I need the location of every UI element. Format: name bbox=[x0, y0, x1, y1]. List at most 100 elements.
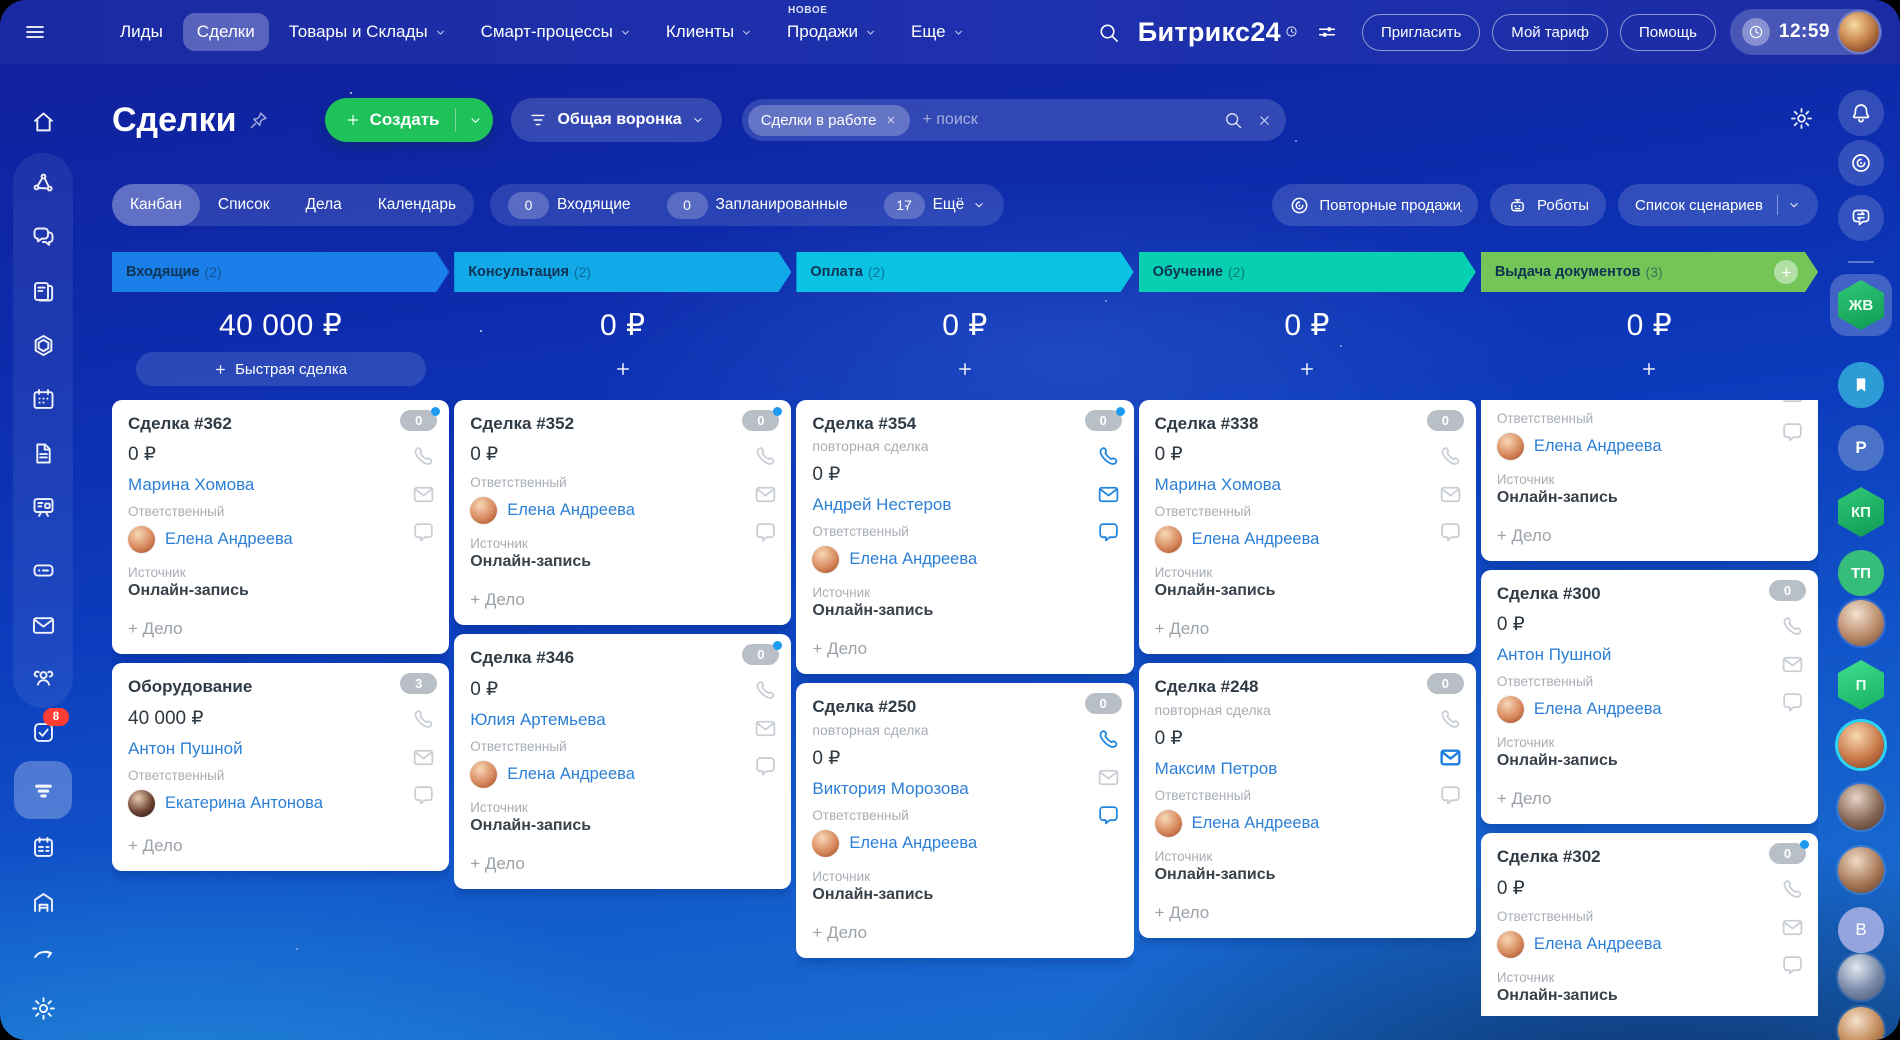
sidebar-item-network[interactable] bbox=[21, 161, 65, 205]
deal-card[interactable]: 0Сделка #3000 ₽Антон ПушнойОтветственный… bbox=[1481, 570, 1818, 824]
sidebar-item-telephony[interactable] bbox=[21, 933, 65, 977]
phone-icon[interactable] bbox=[1096, 727, 1121, 752]
nav-item-deals[interactable]: Сделки bbox=[183, 13, 269, 51]
sidebar-item-sign[interactable] bbox=[21, 485, 65, 529]
deal-card[interactable]: 0Сделка #354повторная сделка0 ₽Андрей Не… bbox=[796, 400, 1133, 674]
add-activity-link[interactable]: + Дело bbox=[812, 639, 1117, 659]
display-settings-button[interactable] bbox=[1312, 17, 1342, 47]
deal-title[interactable]: Оборудование bbox=[128, 676, 433, 697]
rail-bookmark-button[interactable] bbox=[1838, 362, 1884, 408]
search-icon[interactable] bbox=[1223, 110, 1243, 130]
client-link[interactable]: Юлия Артемьева bbox=[470, 710, 775, 730]
phone-icon[interactable] bbox=[753, 444, 778, 469]
responsible-link[interactable]: Елена Андреева bbox=[165, 530, 293, 549]
add-activity-link[interactable]: + Дело bbox=[128, 836, 433, 856]
rail-chat-initial[interactable]: В bbox=[1838, 907, 1884, 953]
nav-item-clients[interactable]: Клиенты bbox=[652, 13, 767, 51]
rail-user-avatar[interactable] bbox=[1838, 784, 1884, 830]
deal-card[interactable]: 0Сделка #248повторная сделка0 ₽Максим Пе… bbox=[1139, 663, 1476, 937]
column-header[interactable]: Входящие(2) bbox=[112, 252, 449, 292]
responsible-link[interactable]: Елена Андреева bbox=[507, 765, 635, 784]
deal-card[interactable]: 0Сделка #250повторная сделка0 ₽Виктория … bbox=[796, 683, 1133, 957]
sidebar-item-feed[interactable] bbox=[21, 269, 65, 313]
phone-icon[interactable] bbox=[1438, 444, 1463, 469]
sidebar-item-mail[interactable] bbox=[21, 603, 65, 647]
remove-filter-icon[interactable] bbox=[885, 114, 897, 126]
filter-chip[interactable]: Сделки в работе bbox=[748, 105, 911, 136]
sidebar-item-employees[interactable] bbox=[21, 656, 65, 700]
add-activity-link[interactable]: + Дело bbox=[1155, 903, 1460, 923]
menu-button[interactable] bbox=[14, 11, 56, 53]
deal-card[interactable]: 0Сделка #3520 ₽ОтветственныйЕлена Андрее… bbox=[454, 400, 791, 625]
client-link[interactable]: Максим Петров bbox=[1155, 759, 1460, 779]
phone-icon[interactable] bbox=[411, 444, 436, 469]
deal-title[interactable]: Сделка #300 bbox=[1497, 583, 1802, 604]
deal-card[interactable]: 0Сделка #3380 ₽Марина ХомоваОтветственны… bbox=[1139, 400, 1476, 654]
deal-title[interactable]: Сделка #302 bbox=[1497, 846, 1802, 867]
mail-icon[interactable] bbox=[1780, 652, 1805, 677]
tab-calendar[interactable]: Календарь bbox=[360, 184, 474, 226]
rail-user-avatar[interactable] bbox=[1838, 954, 1884, 1000]
sidebar-item-tasks[interactable]: 8 bbox=[21, 710, 65, 754]
chat-icon[interactable] bbox=[1096, 520, 1121, 545]
chat-icon[interactable] bbox=[1780, 690, 1805, 715]
repeat-sales-button[interactable]: Повторные продажи bbox=[1272, 184, 1478, 226]
client-link[interactable]: Виктория Морозова bbox=[812, 779, 1117, 799]
rail-chat-transfer-button[interactable] bbox=[1838, 195, 1884, 241]
client-link[interactable]: Андрей Нестеров bbox=[812, 495, 1117, 515]
column-header[interactable]: Оплата(2) bbox=[796, 252, 1133, 292]
add-activity-link[interactable]: + Дело bbox=[1497, 526, 1802, 546]
quick-deal-button[interactable]: Быстрая сделка bbox=[136, 352, 426, 386]
counter-more[interactable]: 17 Ещё bbox=[866, 184, 1005, 226]
board-settings-button[interactable] bbox=[1785, 102, 1818, 138]
rail-chat-initial[interactable]: Р bbox=[1838, 425, 1884, 471]
deal-card[interactable]: 0Сделка #3620 ₽Марина ХомоваОтветственны… bbox=[112, 400, 449, 654]
chat-icon[interactable] bbox=[753, 754, 778, 779]
chat-icon[interactable] bbox=[1438, 520, 1463, 545]
pin-icon[interactable] bbox=[248, 110, 269, 131]
responsible-link[interactable]: Елена Андреева bbox=[1534, 935, 1662, 954]
add-deal-button[interactable] bbox=[1774, 260, 1798, 284]
scenarios-button[interactable]: Список сценариев bbox=[1618, 184, 1818, 226]
sidebar-item-drive[interactable] bbox=[21, 548, 65, 592]
deal-title[interactable]: Сделка #338 bbox=[1155, 413, 1460, 434]
sidebar-item-automation[interactable] bbox=[21, 323, 65, 367]
user-avatar[interactable] bbox=[1839, 12, 1879, 52]
sidebar-item-messenger[interactable] bbox=[21, 215, 65, 259]
counter-incoming[interactable]: 0 Входящие bbox=[490, 184, 649, 226]
rail-user-avatar[interactable] bbox=[1838, 1007, 1884, 1040]
sidebar-item-home[interactable] bbox=[21, 100, 65, 144]
mail-icon[interactable] bbox=[1096, 482, 1121, 507]
responsible-link[interactable]: Елена Андреева bbox=[849, 834, 977, 853]
mail-icon[interactable] bbox=[1780, 400, 1805, 407]
deal-title[interactable]: Сделка #248 bbox=[1155, 676, 1460, 697]
responsible-link[interactable]: Елена Андреева bbox=[1192, 814, 1320, 833]
funnel-select-button[interactable]: Общая воронка bbox=[511, 98, 721, 142]
nav-item-smart-processes[interactable]: Смарт-процессы bbox=[467, 13, 646, 51]
column-header[interactable]: Консультация(2) bbox=[454, 252, 791, 292]
sidebar-item-documents[interactable] bbox=[21, 431, 65, 475]
add-activity-link[interactable]: + Дело bbox=[1155, 619, 1460, 639]
rail-bell-button[interactable] bbox=[1838, 90, 1884, 136]
sidebar-item-crm[interactable] bbox=[14, 761, 72, 819]
phone-icon[interactable] bbox=[1438, 707, 1463, 732]
responsible-link[interactable]: Елена Андреева bbox=[1534, 700, 1662, 719]
help-button[interactable]: Помощь bbox=[1620, 14, 1716, 51]
column-header[interactable]: Выдача документов(3) bbox=[1481, 252, 1818, 292]
mail-icon[interactable] bbox=[1438, 745, 1463, 770]
deal-card[interactable]: ОтветственныйЕлена АндрееваИсточникОнлай… bbox=[1481, 400, 1818, 561]
client-link[interactable]: Антон Пушной bbox=[128, 739, 433, 759]
responsible-link[interactable]: Елена Андреева bbox=[1192, 530, 1320, 549]
filter-search-bar[interactable]: Сделки в работе + поиск bbox=[742, 99, 1286, 141]
counter-planned[interactable]: 0 Запланированные bbox=[649, 184, 866, 226]
sidebar-item-settings[interactable] bbox=[21, 986, 65, 1030]
rail-active-chat[interactable]: ЖВ bbox=[1830, 274, 1892, 336]
phone-icon[interactable] bbox=[753, 678, 778, 703]
search-button[interactable] bbox=[1093, 17, 1124, 48]
add-activity-link[interactable]: + Дело bbox=[1497, 789, 1802, 809]
mail-icon[interactable] bbox=[1438, 482, 1463, 507]
mail-icon[interactable] bbox=[1780, 915, 1805, 940]
rail-chat[interactable]: П bbox=[1838, 662, 1884, 708]
sidebar-item-calendar[interactable] bbox=[21, 377, 65, 421]
rail-copilot-button[interactable] bbox=[1838, 140, 1884, 186]
